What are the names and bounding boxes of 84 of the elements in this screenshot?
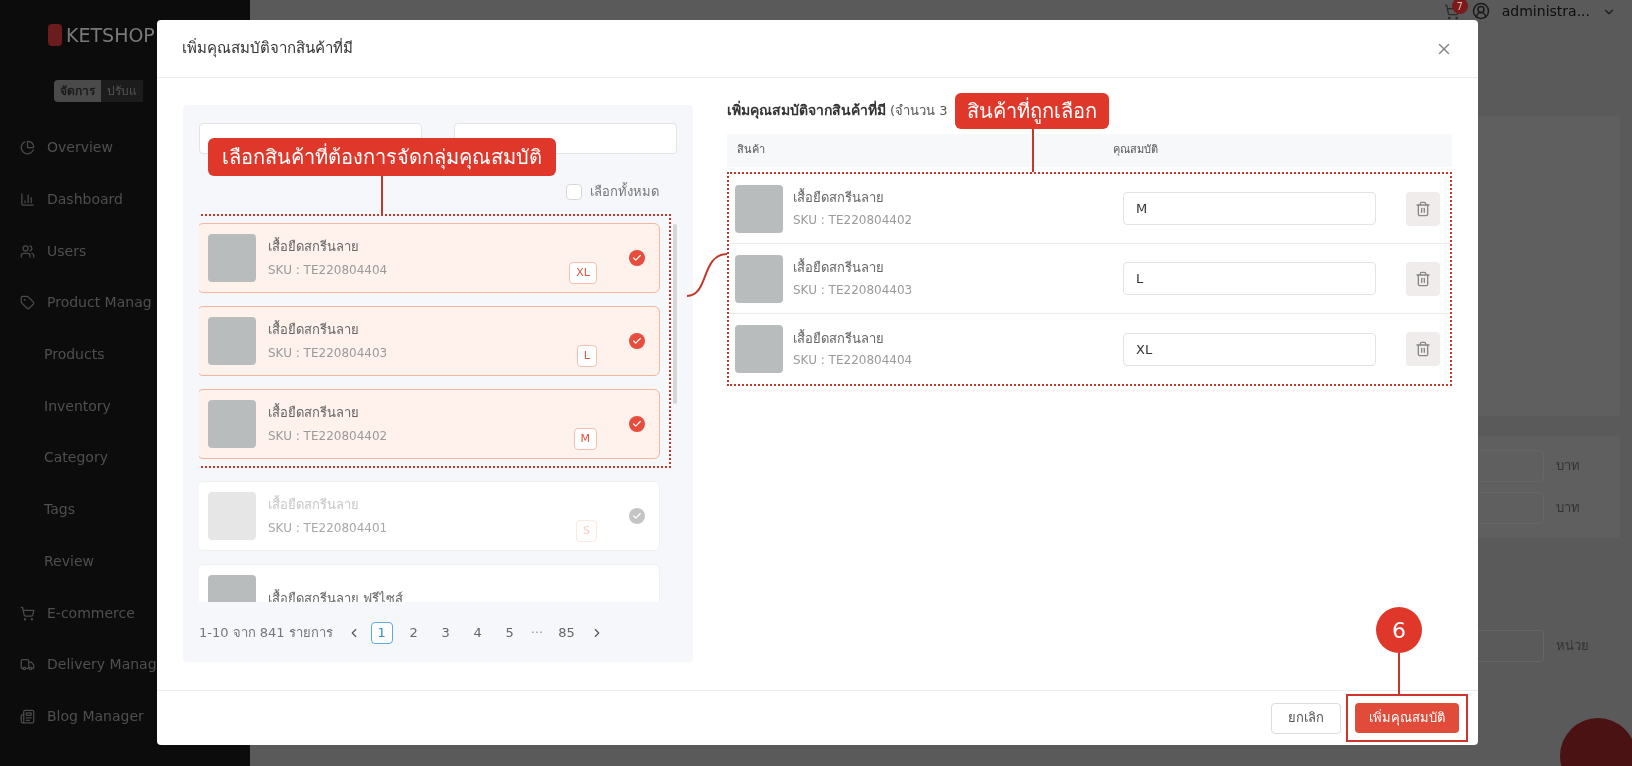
product-name: เสื้อยืดสกรีนลาย [268,237,360,257]
page-button[interactable]: 5 [498,622,521,644]
step-number-badge: 6 [1376,607,1422,653]
product-sku: SKU : TE220804404 [268,261,389,279]
trash-icon [1415,200,1431,217]
sidebar-item[interactable]: Delivery Manag [47,654,157,676]
column-header: คุณสมบัติ [1113,142,1158,159]
modal-title: เพิ่มคุณสมบัติจากสินค้าที่มี [182,37,353,60]
callout-label: เลือกสินค้าที่ต้องการจัดกลุ่มคุณสมบัติ [208,138,556,176]
sidebar-item[interactable]: E-commerce [47,602,135,624]
pie-chart-icon [20,140,35,156]
attribute-input[interactable]: L [1123,262,1376,295]
sidebar-item[interactable]: Overview [47,137,113,159]
size-tag: S [576,519,597,542]
sidebar-item[interactable]: Dashboard [47,189,123,211]
sidebar-item[interactable]: Blog Manager [47,705,144,727]
product-name: เสื้อยืดสกรีนลาย [793,188,885,208]
sidebar-subitem[interactable]: Review [44,550,94,572]
leader-line [1032,128,1035,172]
sidebar-subitem[interactable]: Tags [44,499,75,521]
sidebar-item[interactable]: Users [47,240,87,262]
trash-icon [1415,270,1431,287]
page-button[interactable]: 1 [370,622,393,644]
add-attribute-button[interactable]: เพิ่มคุณสมบัติ [1355,703,1459,733]
section-heading: เพิ่มคุณสมบัติจากสินค้าที่มี [727,100,886,121]
callout-label: สินค้าที่ถูกเลือก [955,92,1110,129]
scrollbar[interactable] [673,224,677,404]
cart-icon [20,605,35,621]
selected-count: (จำนวน 3 [890,101,948,120]
product-sku: SKU : TE220804402 [793,211,914,229]
attribute-input[interactable]: XL [1123,332,1376,366]
delete-button[interactable] [1406,261,1440,296]
users-icon [20,243,35,259]
leader-line [1398,653,1400,695]
photo-placeholder [208,400,256,448]
product-sku: SKU : TE220804403 [268,344,389,362]
sidebar-subitem[interactable]: Category [44,447,108,469]
user-name[interactable]: administra... [1501,1,1590,22]
size-tag: XL [569,261,597,284]
product-sku: SKU : TE220804404 [793,352,914,370]
tag-icon [20,295,35,311]
cart-icon[interactable] [1443,4,1460,20]
product-sku: SKU : TE220804401 [268,519,389,537]
page-button[interactable]: 85 [553,622,580,644]
page-button[interactable]: 3 [434,622,457,644]
sidebar-subitem[interactable]: Products [44,344,105,366]
pagination-summary: 1-10 จาก 841 รายการ [199,624,333,643]
product-sku: SKU : TE220804402 [268,427,389,445]
newspaper-icon [20,708,35,724]
product-name: เสื้อยืดสกรีนลาย [268,320,360,340]
photo-placeholder [735,325,783,373]
size-tag: L [576,344,597,367]
product-sku: SKU : TE220804403 [793,281,914,299]
cancel-button[interactable]: ยกเลิก [1271,702,1341,734]
product-name: เสื้อยืดสกรีนลาย [793,258,885,278]
avatar-icon[interactable] [1471,2,1490,20]
product-card[interactable]: เสื้อยืดสกรีนลาย SKU : TE220804404 XL [199,223,660,293]
column-header: สินค้า [736,142,766,159]
product-name: เสื้อยืดสกรีนลาย [793,328,885,348]
bar-chart-icon [20,192,35,208]
mode-tab[interactable]: ปรับแ [101,80,143,102]
photo-placeholder [208,317,256,365]
size-tag: M [573,427,597,450]
sidebar-subitem[interactable]: Inventory [44,395,111,417]
sidebar-item[interactable]: Product Manag [47,292,152,314]
page-button[interactable]: 2 [402,622,425,644]
photo-placeholder [208,492,256,540]
product-card[interactable]: เสื้อยืดสกรีนลาย SKU : TE220804402 M [199,389,660,459]
product-name: เสื้อยืดสกรีนลาย [268,403,360,423]
attribute-input[interactable]: M [1123,192,1376,225]
truck-icon [20,657,35,673]
cart-count-badge: 7 [1451,0,1468,14]
photo-placeholder [735,184,783,233]
select-all-label: เลือกทั้งหมด [590,182,659,202]
delete-button[interactable] [1406,332,1440,366]
page-button[interactable]: 4 [466,622,489,644]
photo-placeholder [208,234,256,282]
product-card[interactable]: เสื้อยืดสกรีนลาย SKU : TE220804403 L [199,306,660,376]
trash-icon [1415,341,1431,357]
delete-button[interactable] [1406,191,1440,226]
logo-text: KETSHOP [66,25,155,45]
photo-placeholder [735,254,783,303]
select-all-checkbox[interactable] [566,184,582,200]
pagination-ellipsis: ··· [530,624,544,643]
